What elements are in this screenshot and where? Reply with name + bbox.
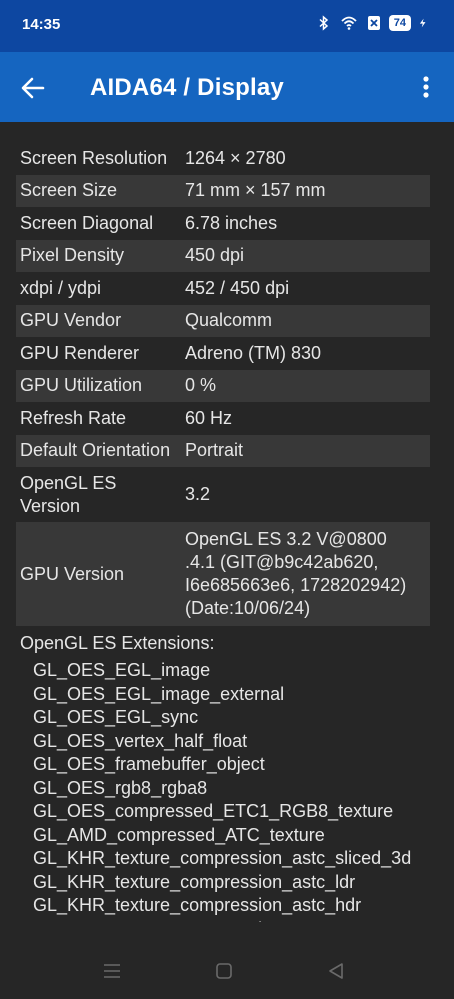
info-row-value: Qualcomm — [185, 310, 273, 331]
info-row-key: Default Orientation — [20, 440, 171, 461]
info-row[interactable]: Screen Resolution 1264 × 2780 — [16, 142, 430, 175]
info-row[interactable]: xdpi / ydpi 452 / 450 dpi — [16, 272, 430, 305]
info-row[interactable]: GPU Utilization 0 % — [16, 369, 430, 402]
extension-item: GL_KHR_texture_compression_astc_sliced_3… — [33, 848, 412, 868]
info-row[interactable]: GPU Renderer Adreno (TM) 830 — [16, 337, 430, 370]
extension-item: GL_OES_rgb8_rgba8 — [33, 777, 208, 798]
info-row-key: Screen Diagonal — [20, 212, 154, 233]
no-sim-icon — [367, 16, 380, 30]
info-row-value: 1264 × 2780 — [185, 147, 286, 168]
info-row[interactable]: Screen Size 71 mm × 157 mm — [16, 174, 430, 207]
extension-item: GL_OES_EGL_image_external — [33, 683, 285, 704]
status-bar: 14:35 74 — [0, 0, 454, 52]
info-row-key: GPU Utilization — [20, 375, 143, 396]
info-row[interactable]: Default Orientation Portrait — [16, 434, 430, 467]
info-row[interactable]: Pixel Density 450 dpi — [16, 239, 430, 272]
info-row-key: OpenGL ES Version — [20, 472, 117, 516]
info-row-value: Adreno (TM) 830 — [185, 342, 322, 363]
info-row-key: GPU Renderer — [20, 342, 140, 363]
home-icon[interactable] — [215, 962, 233, 980]
info-row-key: Pixel Density — [20, 245, 125, 266]
extension-item: GL_OES_EGL_image — [33, 660, 211, 680]
status-icons: 74 — [316, 15, 428, 31]
info-row-key: Screen Resolution — [20, 147, 168, 168]
info-row-value: 0 % — [185, 375, 217, 396]
extensions-heading: OpenGL ES Extensions: — [20, 633, 215, 653]
info-row[interactable]: GPU Version OpenGL ES 3.2 V@0800 .4.1 (GI… — [16, 522, 430, 626]
back-icon[interactable] — [327, 962, 345, 980]
info-row-value: 3.2 — [185, 484, 211, 504]
info-row[interactable]: GPU Vendor Qualcomm — [16, 304, 430, 337]
info-row-value: 60 Hz — [185, 407, 233, 428]
display-info-list[interactable]: Screen Resolution 1264 × 2780 Screen Size 7… — [0, 122, 454, 922]
info-row-value: 452 / 450 dpi — [185, 277, 290, 298]
extension-item: GL_OES_vertex_half_float — [33, 730, 248, 751]
extension-item: GL_OES_framebuffer_object — [33, 754, 265, 774]
bluetooth-icon — [319, 15, 328, 31]
info-row-value: Portrait — [185, 440, 244, 461]
status-time: 14:35 — [22, 16, 61, 33]
info-row-key: Screen Size — [20, 180, 118, 201]
battery-icon: 74 — [388, 15, 411, 31]
wifi-icon — [341, 16, 357, 30]
back-arrow-icon[interactable] — [18, 73, 48, 103]
extension-item: GL_KHR_texture_compression_astc_ldr — [33, 871, 356, 892]
info-row-value: 6.78 inches — [185, 212, 278, 233]
info-row[interactable]: Screen Diagonal 6.78 inches — [16, 207, 430, 240]
system-nav-bar — [0, 922, 454, 999]
info-row[interactable]: Refresh Rate 60 Hz — [16, 402, 430, 435]
info-row-key: Refresh Rate — [20, 407, 127, 428]
extension-item: GL_OES_EGL_sync — [33, 707, 199, 727]
overflow-menu-icon[interactable] — [414, 73, 438, 103]
page-title: AIDA64 / Display — [90, 74, 284, 101]
extension-item: GL_AMD_compressed_ATC_texture — [33, 824, 325, 845]
info-row-key: GPU Version — [20, 563, 125, 584]
charging-icon — [419, 18, 426, 28]
info-row-value: OpenGL ES 3.2 V@0800 .4.1 (GIT@b9c42ab62… — [185, 529, 407, 618]
info-row-value: 71 mm × 157 mm — [185, 180, 326, 201]
info-row-key: xdpi / ydpi — [20, 277, 102, 298]
extension-item: GL_KHR_texture_compression_astc_hdr — [33, 895, 362, 915]
info-row-key: GPU Vendor — [20, 310, 122, 331]
app-bar: AIDA64 / Display — [0, 52, 454, 122]
recent-apps-icon[interactable] — [103, 962, 121, 980]
extension-item: GL_OES_compressed_ETC1_RGB8_texture — [33, 801, 394, 821]
extensions-list: GL_OES_EGL_image GL_OES_EGL_image_externa… — [33, 659, 454, 922]
info-row[interactable]: OpenGL ES Version 3.2 — [16, 467, 430, 522]
info-row-value: 450 dpi — [185, 245, 245, 266]
